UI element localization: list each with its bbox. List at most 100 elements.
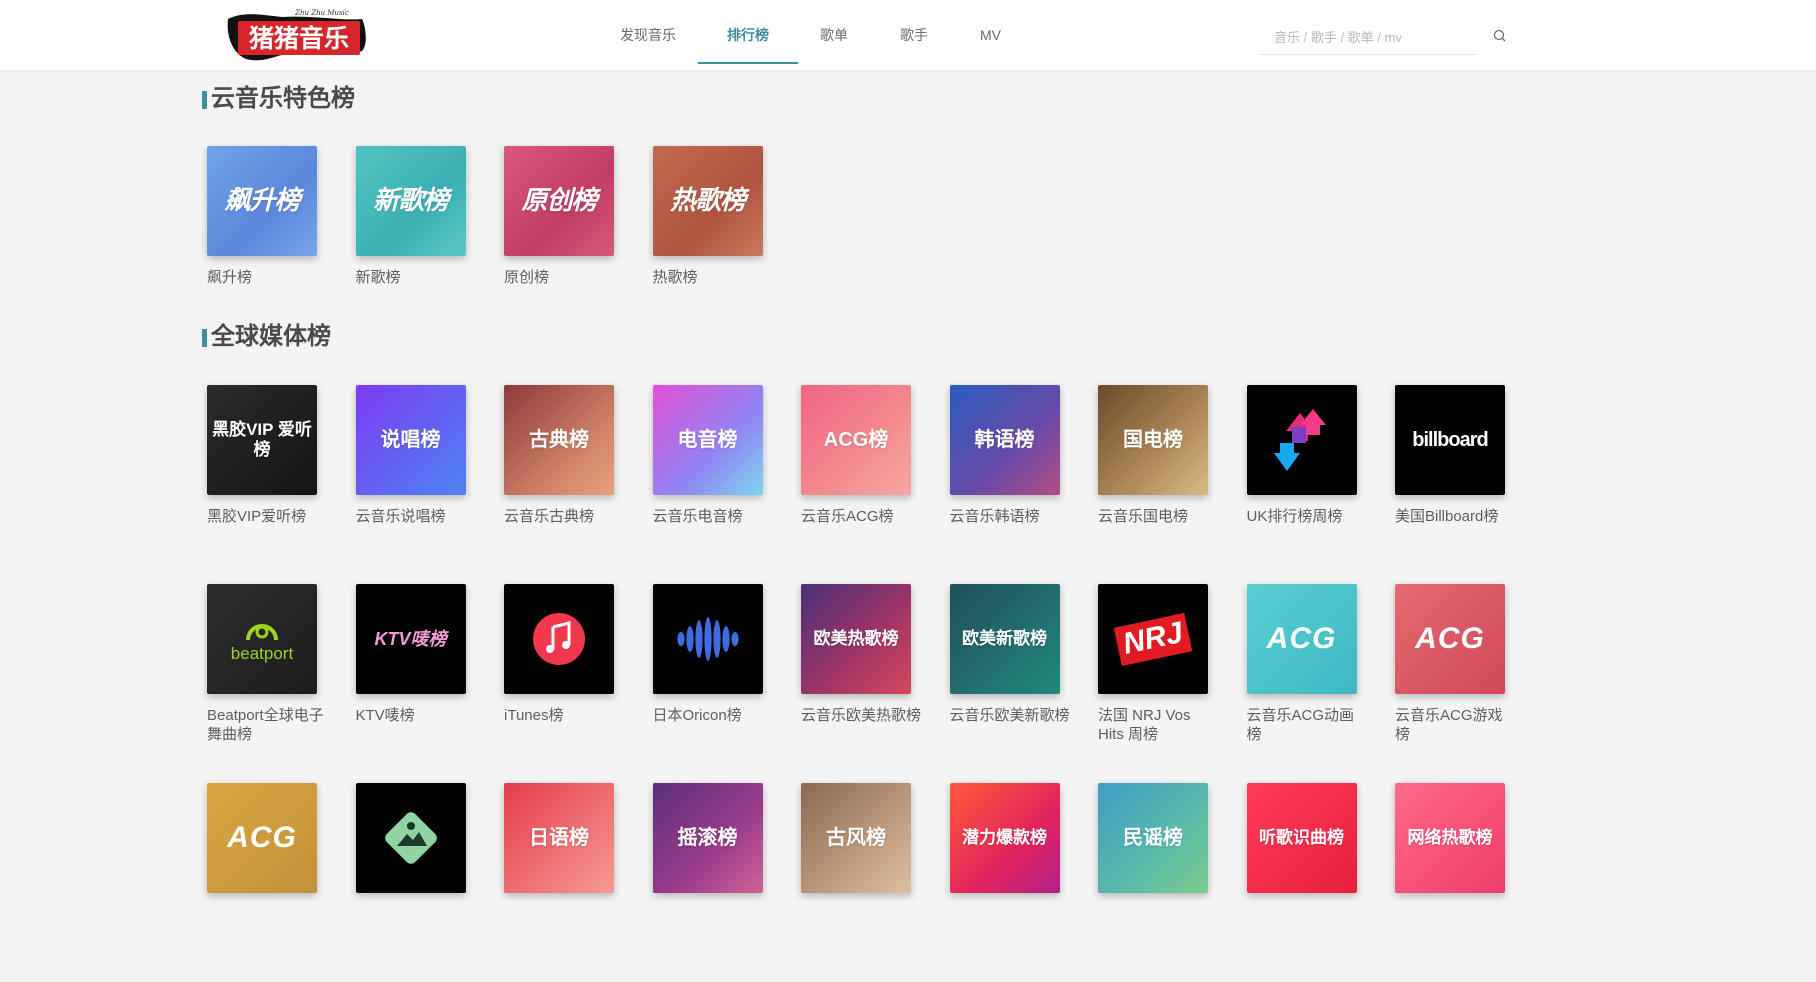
chart-card[interactable]: 电音榜 云音乐电音榜 — [652, 385, 763, 584]
chart-name[interactable]: 法国 NRJ Vos Hits 周榜 — [1098, 706, 1218, 744]
chart-card[interactable]: UK排行榜周榜 — [1246, 385, 1357, 584]
nav-item-artists[interactable]: 歌手 — [870, 0, 958, 70]
chart-name[interactable]: 云音乐ACG动画榜 — [1247, 706, 1367, 744]
chart-card[interactable]: 黑胶VIP 爱听榜 黑胶VIP爱听榜 — [207, 385, 317, 584]
chart-cover[interactable]: NRJ — [1098, 584, 1208, 694]
chart-card[interactable]: 日语榜 — [504, 783, 614, 982]
chart-cover[interactable]: 听歌识曲榜 — [1246, 783, 1357, 893]
chart-cover[interactable]: 新歌榜 — [355, 146, 466, 256]
chart-card[interactable]: 日本Oricon榜 — [652, 584, 763, 783]
chart-name[interactable]: 日本Oricon榜 — [653, 706, 773, 725]
search-input[interactable] — [1260, 28, 1456, 46]
cover-text: ACG — [1266, 621, 1337, 655]
chart-card[interactable]: 潜力爆款榜 — [949, 783, 1060, 982]
chart-name[interactable]: iTunes榜 — [504, 706, 624, 725]
chart-card[interactable]: iTunes榜 — [504, 584, 614, 783]
nav-item-playlists[interactable]: 歌单 — [798, 0, 870, 70]
chart-cover[interactable] — [652, 584, 763, 694]
chart-name[interactable]: 黑胶VIP爱听榜 — [207, 507, 327, 526]
nav-item-charts[interactable]: 排行榜 — [698, 0, 798, 70]
chart-cover[interactable]: 网络热歌榜 — [1395, 783, 1505, 893]
chart-name[interactable]: 云音乐ACG游戏榜 — [1395, 706, 1515, 744]
nav-item-mv[interactable]: MV — [958, 0, 1023, 70]
chart-name[interactable]: 云音乐电音榜 — [653, 507, 773, 526]
chart-name[interactable]: UK排行榜周榜 — [1247, 507, 1367, 526]
chart-cover[interactable]: 说唱榜 — [355, 385, 466, 495]
chart-cover[interactable]: 电音榜 — [652, 385, 763, 495]
chart-cover[interactable]: 古风榜 — [801, 783, 911, 893]
chart-name[interactable]: 云音乐ACG榜 — [801, 507, 921, 526]
chart-card[interactable]: ACG — [207, 783, 317, 982]
chart-name[interactable]: 云音乐欧美新歌榜 — [950, 706, 1070, 725]
chart-card[interactable]: KTV唛榜 KTV唛榜 — [355, 584, 466, 783]
chart-card[interactable]: 新歌榜 新歌榜 — [355, 146, 466, 345]
chart-card[interactable]: beatport Beatport全球电子舞曲榜 — [207, 584, 324, 783]
nav-item-discover[interactable]: 发现音乐 — [598, 0, 698, 70]
chart-cover[interactable]: 国电榜 — [1098, 385, 1208, 495]
chart-name[interactable]: Beatport全球电子舞曲榜 — [207, 706, 327, 744]
chart-card[interactable]: 韩语榜 云音乐韩语榜 — [949, 385, 1060, 584]
chart-name[interactable]: 云音乐说唱榜 — [356, 507, 476, 526]
itunes-icon — [533, 613, 585, 665]
chart-card[interactable]: 摇滚榜 — [652, 783, 763, 982]
chart-card[interactable]: 国电榜 云音乐国电榜 — [1098, 385, 1208, 584]
chart-name[interactable]: 云音乐欧美热歌榜 — [801, 706, 921, 725]
chart-card[interactable]: billboard 美国Billboard榜 — [1395, 385, 1505, 584]
chart-cover[interactable]: 黑胶VIP 爱听榜 — [207, 385, 317, 495]
chart-card[interactable] — [355, 783, 466, 982]
chart-cover[interactable]: 飙升榜 — [207, 146, 317, 256]
chart-card[interactable]: 听歌识曲榜 — [1246, 783, 1357, 982]
cover-text: 电音榜 — [677, 428, 738, 451]
chart-cover[interactable]: billboard — [1395, 385, 1505, 495]
chart-cover[interactable]: 古典榜 — [504, 385, 614, 495]
chart-card[interactable]: NRJ 法国 NRJ Vos Hits 周榜 — [1098, 584, 1208, 783]
chart-name[interactable]: 飙升榜 — [207, 268, 327, 287]
chart-cover[interactable]: ACG — [207, 783, 317, 893]
chart-cover[interactable]: 日语榜 — [504, 783, 614, 893]
chart-card[interactable]: 古典榜 云音乐古典榜 — [504, 385, 614, 584]
chart-cover[interactable]: 原创榜 — [504, 146, 614, 256]
chart-name[interactable]: 热歌榜 — [653, 268, 773, 287]
chart-cover[interactable]: 欧美新歌榜 — [949, 584, 1060, 694]
chart-card[interactable]: 欧美热歌榜云音乐欧美热歌榜 — [801, 584, 921, 783]
chart-card[interactable]: ACG 云音乐ACG游戏榜 — [1395, 584, 1505, 783]
chart-card[interactable]: 热歌榜 热歌榜 — [652, 146, 763, 345]
chart-cover[interactable]: 民谣榜 — [1098, 783, 1208, 893]
chart-cover[interactable]: beatport — [207, 584, 317, 694]
chart-name[interactable]: KTV唛榜 — [356, 706, 476, 725]
chart-cover[interactable]: 摇滚榜 — [652, 783, 763, 893]
chart-cover[interactable]: ACG榜 — [801, 385, 911, 495]
chart-card[interactable]: 说唱榜 云音乐说唱榜 — [355, 385, 466, 584]
chart-card[interactable]: ACG榜 云音乐ACG榜 — [801, 385, 911, 584]
cover-text: 欧美热歌榜 — [813, 629, 899, 649]
chart-card[interactable]: 飙升榜 飙升榜 — [207, 146, 317, 345]
chart-cover[interactable]: ACG — [1395, 584, 1505, 694]
chart-cover[interactable]: 韩语榜 — [949, 385, 1060, 495]
chart-card[interactable]: 原创榜 原创榜 — [504, 146, 614, 345]
chart-name[interactable]: 云音乐古典榜 — [504, 507, 624, 526]
chart-card[interactable]: 古风榜 — [801, 783, 911, 982]
cover-text: 欧美新歌榜 — [962, 629, 1047, 649]
chart-name[interactable]: 新歌榜 — [356, 268, 476, 287]
cover-text: beatport — [230, 644, 294, 664]
chart-cover[interactable] — [504, 584, 614, 694]
cover-text: 韩语榜 — [974, 428, 1035, 451]
search-icon[interactable] — [1492, 28, 1508, 44]
chart-card[interactable]: ACG 云音乐ACG动画榜 — [1246, 584, 1357, 783]
site-logo[interactable]: 猪猪音乐 Zhu Zhu Music — [222, 5, 368, 63]
chart-name[interactable]: 云音乐韩语榜 — [950, 507, 1070, 526]
cover-text: billboard — [1412, 428, 1488, 451]
chart-cover[interactable]: 欧美热歌榜 — [801, 584, 911, 694]
chart-cover[interactable]: ACG — [1246, 584, 1357, 694]
chart-cover[interactable]: 潜力爆款榜 — [949, 783, 1060, 893]
chart-name[interactable]: 美国Billboard榜 — [1395, 507, 1515, 526]
chart-card[interactable]: 欧美新歌榜云音乐欧美新歌榜 — [949, 584, 1070, 783]
chart-card[interactable]: 网络热歌榜 — [1395, 783, 1505, 982]
chart-name[interactable]: 云音乐国电榜 — [1098, 507, 1218, 526]
chart-card[interactable]: 民谣榜 — [1098, 783, 1208, 982]
chart-cover[interactable]: KTV唛榜 — [355, 584, 466, 694]
chart-cover[interactable]: 热歌榜 — [652, 146, 763, 256]
chart-cover[interactable] — [355, 783, 466, 893]
chart-cover[interactable] — [1246, 385, 1357, 495]
chart-name[interactable]: 原创榜 — [504, 268, 624, 287]
